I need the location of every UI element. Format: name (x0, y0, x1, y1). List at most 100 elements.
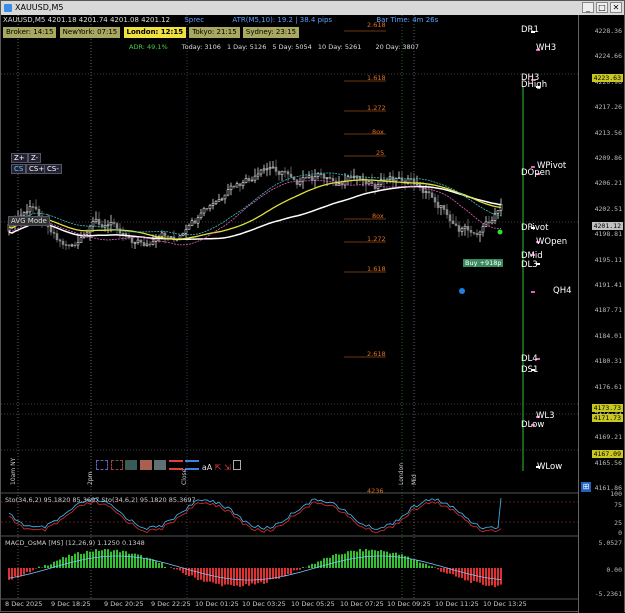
price-tick: 4180.31 (595, 357, 622, 365)
session-tokyo: Tokyo: 21:15 (189, 27, 239, 38)
macd-bar (77, 552, 79, 568)
candle-body (107, 225, 109, 226)
adr-5day: 5 Day: 5054 (272, 43, 311, 51)
macd-bar (386, 552, 388, 568)
price-tick: 4187.71 (595, 306, 622, 314)
macd-bar (356, 552, 358, 568)
macd-bar (428, 566, 430, 568)
trade-label[interactable]: Buy +918p (463, 259, 503, 267)
candle-body (161, 233, 163, 236)
arrow-tool-icon[interactable]: ⇱ (215, 463, 222, 472)
candle-body (290, 174, 292, 177)
candle-body (452, 221, 454, 224)
fib-label: 2.618 (367, 350, 386, 358)
color-grey-icon[interactable] (154, 460, 166, 470)
macd-header: MACD_OsMA [MS] (12,26,9) 1.1250 0.1348 (5, 539, 145, 547)
macd-bar (443, 568, 445, 572)
candle-body (203, 208, 205, 213)
macd-bar (410, 559, 412, 568)
macd-bar (173, 568, 175, 569)
candle-body (392, 177, 394, 181)
buy-marker-icon (459, 288, 465, 294)
price-tick: 4198.81 (595, 230, 622, 238)
macd-bar (119, 552, 121, 568)
candle-body (248, 178, 250, 180)
macd-bar (266, 568, 268, 583)
stoch-tick: 0 (618, 529, 622, 537)
candle-body (92, 221, 94, 226)
zoom-in-button[interactable]: Z+ (11, 153, 28, 163)
candle-body (149, 244, 151, 245)
time-label: 9 Dec 20:25 (104, 600, 144, 608)
candle-body (62, 241, 64, 244)
candle-body (311, 176, 313, 181)
macd-bar (134, 554, 136, 568)
session-marker: 2pm (87, 472, 94, 485)
macd-bar (500, 568, 502, 585)
candle-body (65, 245, 67, 246)
candle-body (233, 186, 235, 187)
zoom-out-button[interactable]: Z- (28, 153, 41, 163)
candle-body (245, 178, 247, 182)
text-tool-icon[interactable]: aA (202, 463, 212, 472)
level-qh4: QH4 (553, 286, 572, 296)
macd-bar (38, 567, 40, 568)
autoscroll-icon[interactable]: ⊞ (581, 482, 591, 492)
macd-bar (191, 568, 193, 575)
delete-tool-icon[interactable] (233, 460, 241, 470)
macd-bar (344, 554, 346, 568)
color-brown-icon[interactable] (140, 460, 152, 470)
candle-body (434, 197, 436, 202)
chart-canvas[interactable] (1, 1, 625, 613)
session-marker: Mid (411, 474, 418, 485)
tool-palette: aA ⇱ ⇲ (96, 460, 241, 472)
macd-bar (248, 568, 250, 586)
candle-body (146, 244, 148, 246)
macd-bar (401, 554, 403, 568)
candle-body (59, 240, 61, 241)
macd-bar (176, 568, 178, 569)
candle-body (143, 242, 145, 245)
macd-bar (497, 568, 499, 586)
candle-body (68, 245, 70, 246)
price-tick: 4213.56 (595, 129, 622, 137)
candle-body (443, 205, 445, 209)
macd-bar (251, 568, 253, 583)
candle-body (71, 245, 73, 246)
macd-bar (203, 568, 205, 582)
rect-tool-icon[interactable] (96, 460, 108, 470)
macd-bar (239, 568, 241, 587)
candle-body (98, 219, 100, 224)
candle-body (437, 202, 439, 208)
time-label: 10 Dec 05:25 (291, 600, 335, 608)
candle-body (113, 222, 115, 223)
time-label: 10 Dec 01:25 (195, 600, 239, 608)
time-label: 10 Dec 03:25 (242, 600, 286, 608)
macd-bar (110, 552, 112, 568)
candle-body (74, 245, 76, 246)
macd-bar (416, 560, 418, 568)
avg-mode-button[interactable]: AVG Mode (8, 216, 50, 226)
candle-body (224, 195, 226, 199)
macd-bar (128, 554, 130, 568)
rect-dash-tool-icon[interactable] (111, 460, 123, 470)
candle-body (323, 174, 325, 178)
atr-label: ATR(M5,10): 19.2 | 38.4 pips (232, 16, 332, 24)
candle-body (185, 229, 187, 233)
macd-tick: 5.0527 (599, 539, 622, 547)
cs-minus-button[interactable]: CS- (44, 164, 62, 174)
macd-bar (332, 555, 334, 568)
candle-body (266, 169, 268, 170)
macd-bar (461, 568, 463, 578)
color-teal-icon[interactable] (125, 460, 137, 470)
candle-body (473, 232, 475, 233)
candle-body (206, 208, 208, 209)
price-tick: 4195.11 (595, 256, 622, 264)
fib-label: 25 (376, 149, 384, 157)
macd-bar (161, 563, 163, 568)
stoch-tick: 100 (610, 490, 622, 498)
session-marker: 10am NY (10, 458, 17, 485)
arrow-down-tool-icon[interactable]: ⇲ (224, 463, 231, 472)
candle-body (194, 221, 196, 224)
cs-button[interactable]: CS (11, 164, 26, 174)
